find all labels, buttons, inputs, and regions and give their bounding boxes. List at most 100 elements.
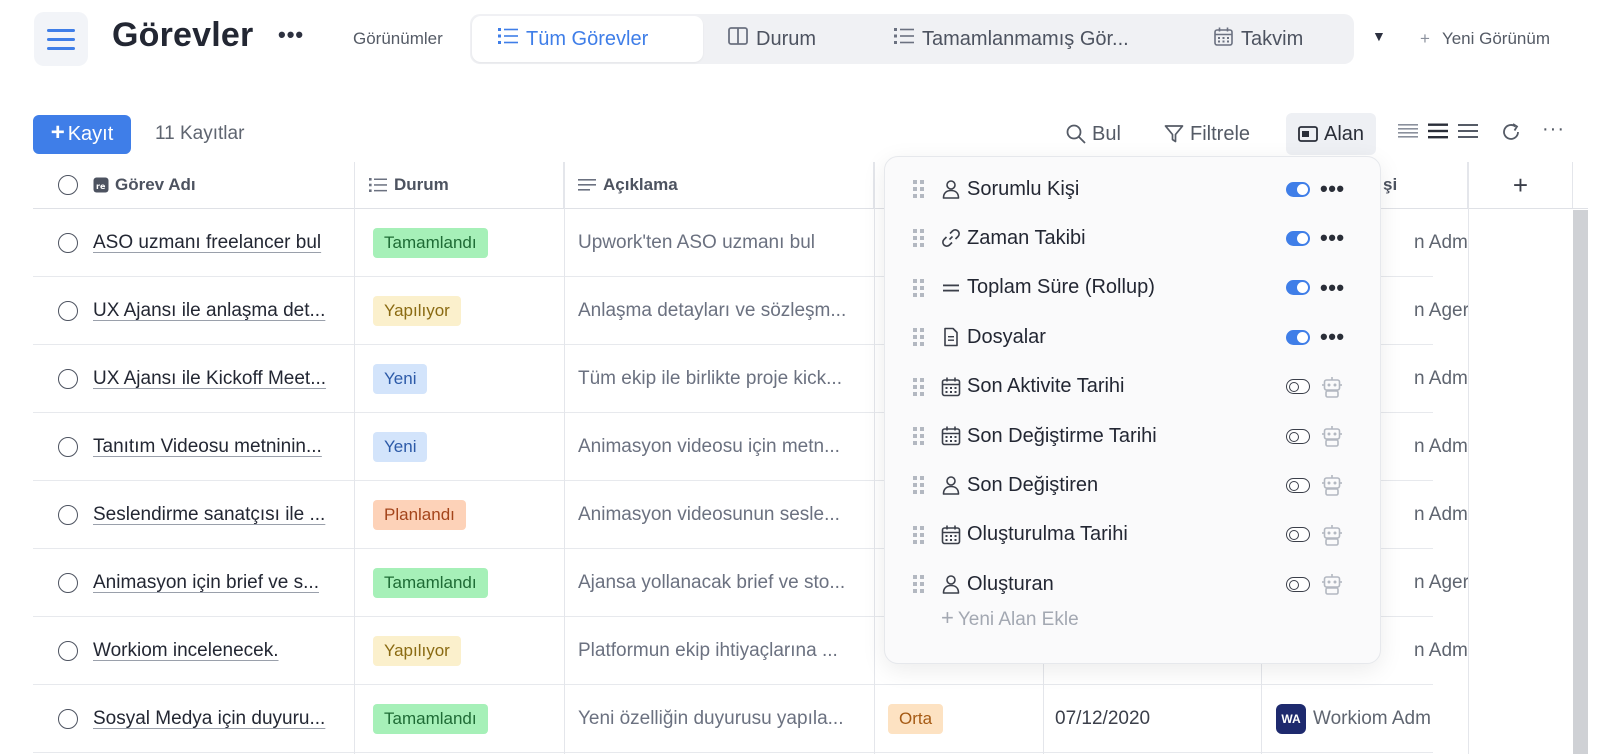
responsible-cell[interactable]: n Adm xyxy=(1414,413,1468,481)
column-header-description[interactable]: Açıklama xyxy=(564,162,874,208)
status-cell[interactable]: Yeni xyxy=(373,345,563,413)
task-name-link[interactable]: UX Ajansı ile Kickoff Meet... xyxy=(93,368,326,390)
drag-handle-icon[interactable] xyxy=(913,229,925,248)
tab-all-tasks[interactable]: Tüm Görevler xyxy=(472,16,703,62)
responsible-cell[interactable]: n Adm xyxy=(1414,209,1468,277)
visibility-toggle[interactable] xyxy=(1286,527,1310,543)
field-row[interactable]: Sorumlu Kişi ••• xyxy=(885,167,1382,211)
task-name-link[interactable]: Sosyal Medya için duyuru... xyxy=(93,708,325,730)
density-tall-icon[interactable] xyxy=(1458,123,1478,139)
task-name-cell[interactable]: Tanıtım Videosu metninin... xyxy=(58,413,353,481)
task-name-cell[interactable]: UX Ajansı ile anlaşma det... xyxy=(58,277,353,345)
density-medium-icon[interactable] xyxy=(1428,123,1448,139)
status-cell[interactable]: Tamamlandı xyxy=(373,685,563,753)
visibility-toggle[interactable] xyxy=(1286,230,1310,246)
add-record-button[interactable]: + Kayıt xyxy=(33,115,131,154)
status-cell[interactable]: Yapılıyor xyxy=(373,277,563,345)
tab-calendar[interactable]: Takvim xyxy=(1214,14,1303,64)
drag-handle-icon[interactable] xyxy=(913,180,925,198)
automation-bot-icon[interactable] xyxy=(1321,474,1343,497)
drag-handle-icon[interactable] xyxy=(913,377,925,396)
responsible-cell[interactable]: n Ager xyxy=(1414,277,1468,345)
column-header-status[interactable]: Durum xyxy=(355,162,564,208)
status-cell[interactable]: Yeni xyxy=(373,413,563,481)
automation-bot-icon[interactable] xyxy=(1321,524,1343,546)
filter-button[interactable]: Filtrele xyxy=(1164,113,1250,155)
responsible-cell[interactable]: n Adm xyxy=(1414,345,1468,413)
responsible-cell[interactable]: WA Workiom Adm xyxy=(1276,685,1468,753)
description-cell[interactable]: Platformun ekip ihtiyaçlarına ... xyxy=(578,617,870,685)
task-name-cell[interactable]: ASO uzmanı freelancer bul xyxy=(58,209,353,277)
priority-cell[interactable]: Orta xyxy=(888,685,1038,753)
visibility-toggle[interactable] xyxy=(1286,576,1310,592)
field-more-icon[interactable]: ••• xyxy=(1320,324,1345,350)
title-more-icon[interactable]: ••• xyxy=(278,22,304,48)
drag-handle-icon[interactable] xyxy=(913,476,925,495)
visibility-toggle[interactable] xyxy=(1286,428,1310,444)
find-button[interactable]: Bul xyxy=(1066,113,1121,155)
description-cell[interactable]: Animasyon videosu için metn... xyxy=(578,413,870,481)
description-cell[interactable]: Upwork'ten ASO uzmanı bul xyxy=(578,209,870,277)
field-row[interactable]: Dosyalar ••• xyxy=(885,315,1382,359)
task-name-cell[interactable]: Seslendirme sanatçısı ile ... xyxy=(58,481,353,549)
status-cell[interactable]: Planlandı xyxy=(373,481,563,549)
fields-button[interactable]: Alan xyxy=(1286,113,1377,155)
table-row[interactable]: Sosyal Medya için duyuru... Tamamlandı Yen… xyxy=(33,685,1433,753)
task-name-cell[interactable]: UX Ajansı ile Kickoff Meet... xyxy=(58,345,353,413)
visibility-toggle[interactable] xyxy=(1286,280,1310,296)
tab-status[interactable]: Durum xyxy=(728,14,816,64)
hamburger-menu-icon[interactable] xyxy=(34,12,88,66)
automation-bot-icon[interactable] xyxy=(1321,376,1343,398)
task-name-cell[interactable]: Workiom incelenecek. xyxy=(58,617,353,685)
row-checkbox[interactable] xyxy=(58,437,78,457)
visibility-toggle[interactable] xyxy=(1286,379,1310,395)
field-more-icon[interactable]: ••• xyxy=(1320,275,1345,301)
visibility-toggle[interactable] xyxy=(1286,329,1310,345)
field-row[interactable]: Oluşturan xyxy=(885,562,1382,606)
description-cell[interactable]: Animasyon videosunun sesle... xyxy=(578,481,870,549)
row-checkbox[interactable] xyxy=(58,369,78,389)
description-cell[interactable]: Ajansa yollanacak brief ve sto... xyxy=(578,549,870,617)
new-view-button[interactable]: + Yeni Görünüm xyxy=(1420,29,1550,49)
views-dropdown-icon[interactable]: ▼ xyxy=(1372,28,1386,44)
automation-bot-icon[interactable] xyxy=(1321,425,1343,447)
responsible-cell[interactable]: n Ager xyxy=(1414,549,1468,617)
visibility-toggle[interactable] xyxy=(1286,181,1310,197)
status-cell[interactable]: Yapılıyor xyxy=(373,617,563,685)
field-row[interactable]: Son Değiştirme Tarihi xyxy=(885,414,1382,458)
field-row[interactable]: Son Aktivite Tarihi xyxy=(885,365,1382,409)
description-cell[interactable]: Yeni özelliğin duyurusu yapıla... xyxy=(578,685,870,753)
responsible-cell[interactable]: n Adm xyxy=(1414,481,1468,549)
visibility-toggle[interactable] xyxy=(1286,477,1310,493)
drag-handle-icon[interactable] xyxy=(913,278,925,297)
row-checkbox[interactable] xyxy=(58,709,78,729)
drag-handle-icon[interactable] xyxy=(913,328,925,347)
density-compact-icon[interactable] xyxy=(1398,123,1418,139)
field-more-icon[interactable]: ••• xyxy=(1320,176,1345,202)
drag-handle-icon[interactable] xyxy=(913,575,925,594)
task-name-link[interactable]: UX Ajansı ile anlaşma det... xyxy=(93,300,325,322)
column-header-task-name[interactable]: re Görev Adı xyxy=(33,162,355,208)
description-cell[interactable]: Anlaşma detayları ve sözleşm... xyxy=(578,277,870,345)
automation-bot-icon[interactable] xyxy=(1321,573,1343,595)
drag-handle-icon[interactable] xyxy=(913,427,925,445)
task-name-cell[interactable]: Sosyal Medya için duyuru... xyxy=(58,685,353,753)
status-cell[interactable]: Tamamlandı xyxy=(373,209,563,277)
drag-handle-icon[interactable] xyxy=(913,525,925,544)
task-name-link[interactable]: ASO uzmanı freelancer bul xyxy=(93,232,321,254)
field-more-icon[interactable]: ••• xyxy=(1320,225,1345,251)
date-cell[interactable]: 07/12/2020 xyxy=(1055,685,1255,753)
add-new-field-button[interactable]: + Yeni Alan Ekle xyxy=(941,605,1079,631)
tab-incomplete-tasks[interactable]: Tamamlanmamış Gör... xyxy=(894,14,1129,64)
refresh-icon[interactable] xyxy=(1500,121,1522,143)
status-cell[interactable]: Tamamlandı xyxy=(373,549,563,617)
row-checkbox[interactable] xyxy=(58,233,78,253)
task-name-link[interactable]: Animasyon için brief ve s... xyxy=(93,572,319,594)
task-name-link[interactable]: Seslendirme sanatçısı ile ... xyxy=(93,504,325,526)
field-row[interactable]: Zaman Takibi ••• xyxy=(885,216,1382,260)
vertical-scrollbar[interactable] xyxy=(1573,210,1588,754)
responsible-cell[interactable]: n Adm xyxy=(1414,617,1468,685)
description-cell[interactable]: Tüm ekip ile birlikte proje kick... xyxy=(578,345,870,413)
field-row[interactable]: Toplam Süre (Rollup) ••• xyxy=(885,266,1382,310)
field-row[interactable]: Oluşturulma Tarihi xyxy=(885,513,1382,557)
